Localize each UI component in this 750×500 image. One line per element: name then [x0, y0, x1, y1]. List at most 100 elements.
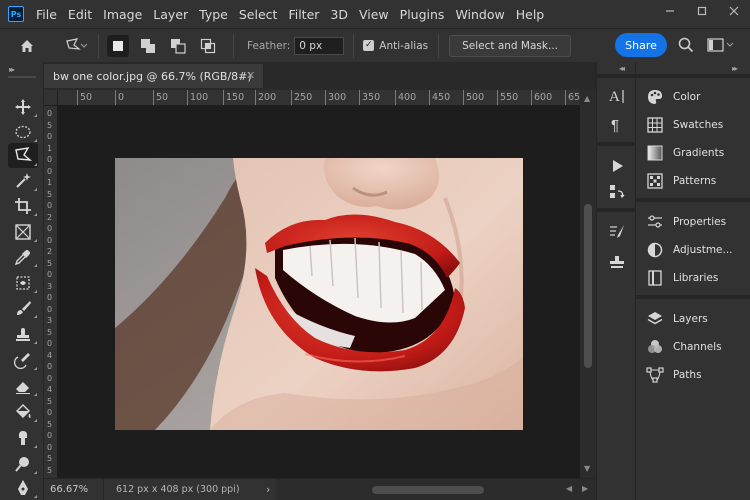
workspace-switcher-icon[interactable] [707, 37, 735, 57]
pen-icon [18, 479, 28, 495]
share-button[interactable]: Share [615, 33, 667, 57]
brush-tool[interactable] [8, 295, 38, 320]
tool-flyout-indicator [34, 290, 37, 293]
menu-filter[interactable]: Filter [288, 7, 319, 22]
feather-input[interactable] [294, 36, 345, 55]
healing-brush-tool[interactable] [8, 270, 38, 295]
ruler-label: 4 [46, 385, 53, 394]
clone-source-icon[interactable] [607, 252, 627, 272]
brush-settings-icon[interactable] [607, 222, 627, 242]
minimize-icon[interactable] [654, 0, 686, 22]
panel-libraries[interactable]: Libraries [646, 267, 718, 289]
paint-bucket-icon [16, 403, 31, 418]
vertical-scrollbar[interactable]: ▲ ▼ [580, 90, 596, 478]
panel-layers[interactable]: Layers [646, 308, 708, 330]
character-panel-icon[interactable]: A [607, 86, 627, 106]
zoom-level[interactable]: 66.67% [44, 478, 104, 500]
status-menu-arrow-icon[interactable]: › [266, 483, 270, 496]
ruler-label: 300 [328, 92, 347, 103]
close-tab-icon[interactable]: ✕ [246, 69, 255, 82]
panel-swatches[interactable]: Swatches [646, 114, 723, 136]
document-info[interactable]: 612 px x 408 px (300 ppi) [116, 484, 240, 495]
vertical-scroll-thumb[interactable] [584, 204, 592, 368]
document-tab[interactable]: bw one color.jpg @ 66.7% (RGB/8#) [44, 64, 264, 88]
smudge-tool[interactable] [8, 425, 38, 450]
ruler-label: 5 [46, 120, 53, 130]
menu-image[interactable]: Image [103, 7, 142, 22]
scroll-down-icon[interactable]: ▼ [584, 464, 590, 473]
history-panel-icon[interactable] [607, 182, 627, 202]
magic-wand-tool[interactable] [8, 168, 38, 193]
move-tool[interactable] [8, 94, 38, 119]
search-icon[interactable] [678, 37, 694, 57]
menu-file[interactable]: File [36, 7, 57, 22]
scroll-left-icon[interactable]: ◀ [566, 484, 572, 493]
crop-tool[interactable] [8, 193, 38, 218]
panel-patterns[interactable]: Patterns [646, 170, 716, 192]
add-to-selection-button[interactable] [137, 35, 159, 57]
menu-select[interactable]: Select [239, 7, 278, 22]
ruler-origin[interactable] [44, 90, 58, 106]
smudge-icon [19, 430, 27, 445]
panel-group-divider [636, 74, 750, 78]
antialias-checkbox[interactable]: ✓ [363, 40, 375, 51]
maximize-icon[interactable] [686, 0, 718, 22]
panel-channels[interactable]: Channels [646, 336, 722, 358]
ruler-label: 1 [46, 178, 53, 187]
menu-layer[interactable]: Layer [153, 7, 188, 22]
menu-edit[interactable]: Edit [68, 7, 92, 22]
strip-divider [597, 208, 637, 212]
toolbar-grip[interactable] [8, 76, 36, 78]
intersect-selection-button[interactable] [197, 35, 219, 57]
collapse-toolbar-icon[interactable]: ▸▸ [9, 65, 15, 74]
expand-panels-icon[interactable]: ▸▸ [732, 64, 738, 73]
menu-help[interactable]: Help [516, 7, 545, 22]
select-and-mask-button[interactable]: Select and Mask... [449, 34, 571, 57]
panel-gradients[interactable]: Gradients [646, 142, 724, 164]
menu-plugins[interactable]: Plugins [400, 7, 445, 22]
horizontal-ruler[interactable]: 50 0 50 100 150 200 250 300 350 400 450 500 550 600 65… [58, 90, 580, 106]
menu-3d[interactable]: 3D [330, 7, 348, 22]
document-image[interactable] [115, 158, 523, 430]
panel-color[interactable]: Color [646, 86, 700, 108]
ruler-label: 600 [534, 92, 553, 103]
close-window-icon[interactable] [718, 0, 750, 22]
scroll-right-icon[interactable]: ▶ [582, 484, 588, 493]
home-icon[interactable] [0, 29, 54, 63]
ruler-label: 1 [46, 143, 53, 153]
paragraph-panel-icon[interactable]: ¶ [607, 114, 627, 134]
history-brush-tool[interactable] [8, 347, 38, 372]
eraser-tool[interactable] [8, 373, 38, 398]
frame-tool[interactable] [8, 219, 38, 244]
menu-type[interactable]: Type [199, 7, 228, 22]
panel-properties[interactable]: Properties [646, 211, 726, 233]
horizontal-scrollbar[interactable]: ◀ ▶ [276, 479, 596, 500]
marquee-tool[interactable] [8, 119, 38, 144]
panel-channels-label: Channels [673, 341, 722, 353]
eyedropper-tool[interactable] [8, 244, 38, 269]
polygonal-lasso-tool[interactable] [8, 143, 38, 168]
vertical-ruler[interactable]: 0 5 0 1 0 0 1 5 0 2 0 0 2 5 0 3 0 0 3 5 0 4 0 0 4 5 0 5 0 0 5 5 [44, 106, 58, 478]
dodge-tool[interactable] [8, 451, 38, 476]
clone-stamp-tool[interactable] [8, 321, 38, 346]
subtract-from-selection-button[interactable] [167, 35, 189, 57]
tool-flyout-indicator [34, 445, 37, 448]
new-selection-button[interactable] [107, 34, 129, 57]
ruler-label: 0 [46, 132, 53, 141]
actions-play-icon[interactable] [607, 156, 627, 176]
tool-preset-picker[interactable] [54, 29, 98, 63]
collapse-panels-icon[interactable]: ◂◂ [619, 64, 625, 73]
channels-icon [648, 340, 662, 353]
tool-flyout-indicator [34, 495, 37, 498]
scroll-up-icon[interactable]: ▲ [584, 94, 590, 103]
paint-bucket-tool[interactable] [8, 399, 38, 424]
ruler-label: 0 [46, 431, 53, 440]
pen-tool[interactable] [8, 475, 38, 500]
menu-view[interactable]: View [359, 7, 389, 22]
menu-window[interactable]: Window [455, 7, 504, 22]
horizontal-scroll-thumb[interactable] [372, 486, 484, 494]
divider [438, 33, 440, 58]
ruler-tick [153, 90, 154, 105]
panel-paths[interactable]: Paths [646, 364, 702, 386]
panel-adjustments[interactable]: Adjustme... [646, 239, 733, 261]
